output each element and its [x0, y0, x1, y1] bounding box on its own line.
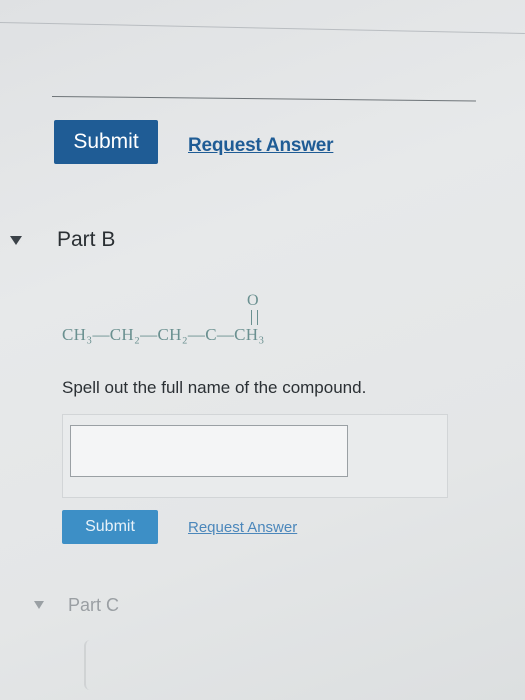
photo-smudge	[84, 640, 100, 690]
caret-down-icon[interactable]	[10, 236, 22, 245]
carbonyl-oxygen: O	[247, 292, 259, 309]
part-b-submit-button[interactable]: Submit	[62, 510, 158, 544]
part-b-request-answer-link[interactable]: Request Answer	[188, 519, 297, 536]
carbonyl-double-bond	[251, 310, 258, 325]
part-a-answer-line	[51, 96, 476, 102]
part-c-title[interactable]: Part C	[68, 595, 119, 616]
caret-down-icon[interactable]	[34, 601, 44, 609]
top-divider	[0, 22, 525, 34]
structural-formula: CH₃—CH₂—CH₂—C—CH₃	[62, 325, 265, 344]
compound-name-input[interactable]	[70, 425, 348, 477]
part-b-title[interactable]: Part B	[57, 228, 115, 252]
part-a-request-answer-link[interactable]: Request Answer	[188, 135, 334, 157]
part-a-submit-button[interactable]: Submit	[54, 120, 158, 164]
question-text: Spell out the full name of the compound.	[62, 378, 367, 397]
